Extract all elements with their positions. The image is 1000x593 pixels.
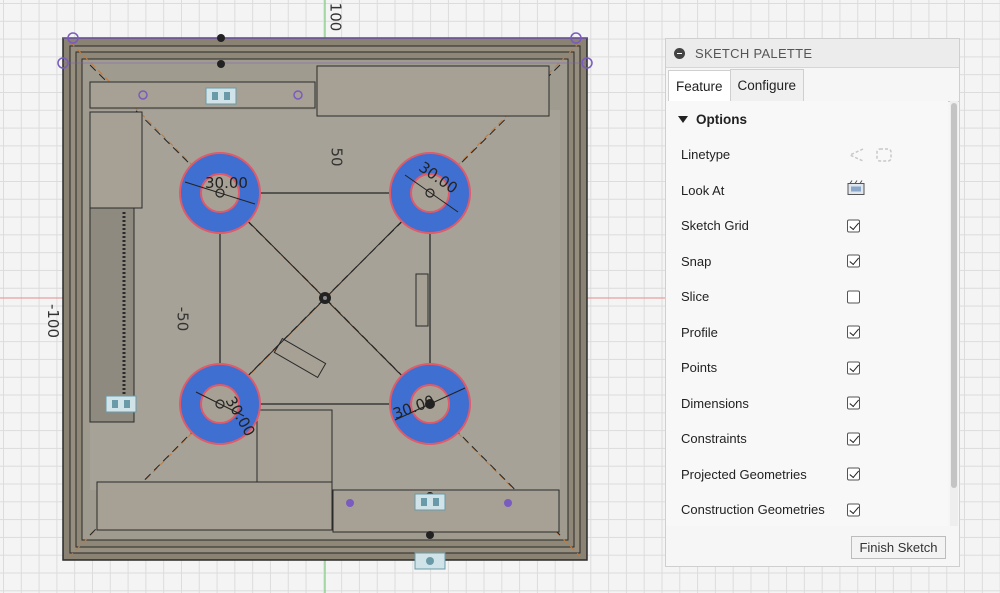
axis-label-inner-vertical: 50 xyxy=(327,147,346,167)
constraint-point[interactable] xyxy=(346,499,354,507)
option-linetype: Linetype xyxy=(666,137,948,173)
snap-checkbox[interactable] xyxy=(847,254,860,268)
option-look-at: Look At xyxy=(666,173,948,209)
option-projected-geometries: Projected Geometries xyxy=(666,457,948,493)
options-section-header[interactable]: Options xyxy=(666,101,948,137)
axis-label-top: 100 xyxy=(326,2,345,32)
option-label: Dimensions xyxy=(681,395,749,411)
constraint-glyph[interactable] xyxy=(205,87,237,105)
option-snap: Snap xyxy=(666,244,948,280)
sketch-viewport[interactable]: 30.00 30.00 30.00 30.00 xyxy=(0,0,665,593)
palette-title: SKETCH PALETTE xyxy=(695,45,813,61)
constraints-checkbox[interactable] xyxy=(847,432,860,446)
finish-sketch-button[interactable]: Finish Sketch xyxy=(851,536,946,559)
tab-feature[interactable]: Feature xyxy=(668,70,731,102)
constraint-point[interactable] xyxy=(217,34,225,42)
constraint-point[interactable] xyxy=(217,60,225,68)
centerline-linetype-icon[interactable] xyxy=(875,147,893,163)
look-at-icon[interactable] xyxy=(847,180,865,201)
option-label: Look At xyxy=(681,182,725,198)
top-left-strip xyxy=(89,81,316,109)
option-label: Construction Geometries xyxy=(681,502,825,518)
collapse-icon[interactable] xyxy=(674,47,685,59)
left-pcb xyxy=(89,207,135,423)
origin-point-inner xyxy=(323,296,327,300)
tab-configure[interactable]: Configure xyxy=(729,69,805,101)
option-dimensions: Dimensions xyxy=(666,386,948,422)
bottom-left-board xyxy=(96,481,333,531)
constraint-glyph[interactable] xyxy=(105,395,137,413)
constraint-glyph[interactable] xyxy=(414,493,446,511)
option-label: Projected Geometries xyxy=(681,466,807,482)
option-profile: Profile xyxy=(666,315,948,351)
option-constraints: Constraints xyxy=(666,421,948,457)
dimensions-checkbox[interactable] xyxy=(847,396,860,410)
palette-tabs: Feature Configure xyxy=(666,69,959,102)
left-board xyxy=(89,111,143,209)
option-label: Profile xyxy=(681,324,718,340)
sketch-palette: SKETCH PALETTE Feature Configure Options… xyxy=(665,38,960,567)
option-label: Slice xyxy=(681,289,710,305)
option-sketch-grid: Sketch Grid xyxy=(666,208,948,244)
dimension-text[interactable]: 30.00 xyxy=(205,174,248,192)
axis-label-inner-horizontal: -50 xyxy=(173,306,192,332)
option-points: Points xyxy=(666,350,948,386)
construction-geometries-checkbox[interactable] xyxy=(847,503,860,517)
options-title: Options xyxy=(696,111,747,127)
axis-label-left: -100 xyxy=(44,303,63,339)
option-construction-geometries: Construction Geometries xyxy=(666,492,948,526)
constraint-glyph[interactable] xyxy=(414,552,446,570)
projected-geometries-checkbox[interactable] xyxy=(847,467,860,481)
option-label: Sketch Grid xyxy=(681,218,749,234)
constraint-point[interactable] xyxy=(426,531,434,539)
options-panel: Options Linetype Look At Sketch Grid Sna… xyxy=(666,101,948,526)
sketch-grid-checkbox[interactable] xyxy=(847,219,860,233)
construction-linetype-icon[interactable] xyxy=(847,147,865,163)
points-checkbox[interactable] xyxy=(847,361,860,375)
top-right-board xyxy=(316,65,550,117)
profile-checkbox[interactable] xyxy=(847,325,860,339)
option-label: Linetype xyxy=(681,147,731,163)
linetype-icons xyxy=(847,147,893,163)
right-clip xyxy=(415,273,429,327)
option-label: Points xyxy=(681,360,718,376)
option-slice: Slice xyxy=(666,279,948,315)
palette-header: SKETCH PALETTE xyxy=(666,39,959,68)
options-scrollbar[interactable] xyxy=(950,101,958,526)
caret-down-icon xyxy=(678,115,688,123)
constraint-point[interactable] xyxy=(504,499,512,507)
bottom-right-board xyxy=(332,489,560,533)
option-label: Constraints xyxy=(681,431,747,447)
scrollbar-thumb[interactable] xyxy=(951,103,957,488)
slice-checkbox[interactable] xyxy=(847,290,860,304)
option-label: Snap xyxy=(681,253,712,269)
